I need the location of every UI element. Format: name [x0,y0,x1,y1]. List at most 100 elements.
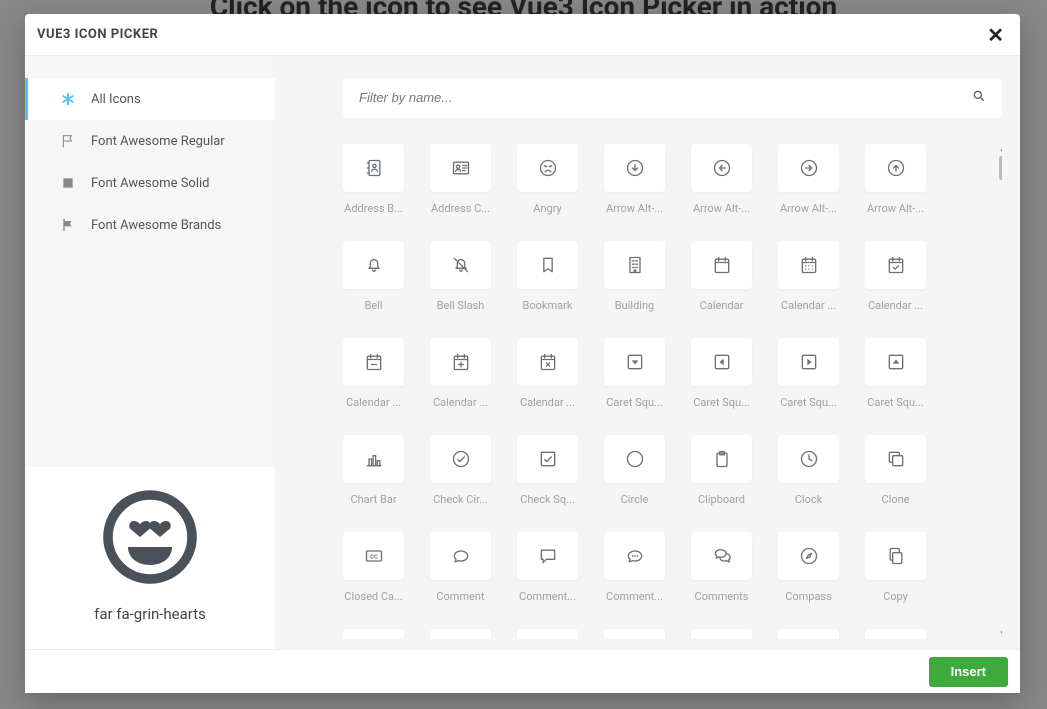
icon-cell-check-square[interactable]: Check Sq... [517,435,578,506]
caret-up-icon[interactable] [865,338,926,386]
icon-cell-cc[interactable]: CC Closed Ca... [343,532,404,603]
copy-icon[interactable] [865,532,926,580]
comment-alt-icon[interactable] [517,532,578,580]
scroll-thumb[interactable] [999,156,1002,180]
close-button[interactable]: ✕ [987,25,1004,45]
comments-icon[interactable] [691,532,752,580]
calendar-plus-icon[interactable] [430,338,491,386]
icon-cell-compass[interactable]: Compass [778,532,839,603]
icon-cell-address-book[interactable]: Address B... [343,144,404,215]
envelope-icon[interactable] [778,629,839,639]
building-icon[interactable] [604,241,665,289]
insert-button[interactable]: Insert [929,657,1008,687]
icon-cell-calendar-minus[interactable]: Calendar ... [343,338,404,409]
icon-cell-calendar[interactable]: Calendar [691,241,752,312]
caret-down-icon[interactable] [604,338,665,386]
calendar-minus-icon[interactable] [343,338,404,386]
icon-cell-caret-right[interactable]: Caret Squ... [778,338,839,409]
sidebar-item-asterisk[interactable]: All Icons [25,78,275,120]
check-square-icon[interactable] [517,435,578,483]
icon-cell-calendar-check[interactable]: Calendar ... [865,241,926,312]
calendar-icon[interactable] [691,241,752,289]
chart-bar-icon[interactable] [343,435,404,483]
calendar-alt-icon[interactable] [778,241,839,289]
caret-right-icon[interactable] [778,338,839,386]
icon-cell-comment-dots[interactable]: Comment... [604,532,665,603]
credit-card-icon[interactable] [430,629,491,639]
icon-cell-comment[interactable]: Comment [430,532,491,603]
check-circle-icon[interactable] [430,435,491,483]
search-bar[interactable] [343,78,1002,118]
sidebar-item-square[interactable]: Font Awesome Solid [25,162,275,204]
icon-cell-clock[interactable]: Clock [778,435,839,506]
angry-icon[interactable] [517,144,578,192]
icon-label: Clone [865,493,926,506]
icon-cell-circle[interactable]: Circle [604,435,665,506]
icon-cell-envelope[interactable]: Envelope [778,629,839,639]
icon-cell-dot-circle[interactable]: Dot Circle [604,629,665,639]
bell-icon[interactable] [343,241,404,289]
icon-cell-calendar-plus[interactable]: Calendar ... [430,338,491,409]
calendar-check-icon[interactable] [865,241,926,289]
bookmark-icon[interactable] [517,241,578,289]
icon-cell-caret-down[interactable]: Caret Squ... [604,338,665,409]
icon-label: Closed Ca... [343,590,404,603]
clone-icon[interactable] [865,435,926,483]
icon-cell-copy[interactable]: Copy [865,532,926,603]
cc-icon[interactable]: CC [343,532,404,580]
icon-cell-envelope-open[interactable]: Envelope ... [865,629,926,639]
envelope-open-icon[interactable] [865,629,926,639]
icon-cell-chart-bar[interactable]: Chart Bar [343,435,404,506]
icon-cell-bell[interactable]: Bell [343,241,404,312]
caret-left-icon[interactable] [691,338,752,386]
circle-icon[interactable] [604,435,665,483]
modal-footer: Insert [25,649,1020,693]
comment-dots-icon[interactable] [604,532,665,580]
bell-slash-icon[interactable] [430,241,491,289]
arrow-left-icon[interactable] [691,144,752,192]
address-book-icon[interactable] [343,144,404,192]
comment-icon[interactable] [430,532,491,580]
edit-icon[interactable] [691,629,752,639]
clipboard-icon[interactable] [691,435,752,483]
icon-cell-check-circle[interactable]: Check Cir... [430,435,491,506]
icon-cell-caret-up[interactable]: Caret Squ... [865,338,926,409]
compass-icon[interactable] [778,532,839,580]
icon-cell-comment-alt[interactable]: Comment... [517,532,578,603]
sidebar-item-flag[interactable]: Font Awesome Regular [25,120,275,162]
icon-cell-bookmark[interactable]: Bookmark [517,241,578,312]
icon-cell-caret-left[interactable]: Caret Squ... [691,338,752,409]
icon-cell-copyright[interactable]: Copyright [343,629,404,639]
clock-icon[interactable] [778,435,839,483]
arrow-right-icon[interactable] [778,144,839,192]
scroll-up-icon[interactable]: ▴ [998,144,1002,154]
icon-cell-arrow-right[interactable]: Arrow Alt-... [778,144,839,215]
icon-cell-clone[interactable]: Clone [865,435,926,506]
dot-circle-icon[interactable] [604,629,665,639]
search-input[interactable] [359,90,972,105]
dizzy-icon[interactable] [517,629,578,639]
icon-cell-calendar-alt[interactable]: Calendar ... [778,241,839,312]
icon-cell-angry[interactable]: Angry [517,144,578,215]
arrow-down-icon[interactable] [604,144,665,192]
calendar-times-icon[interactable] [517,338,578,386]
icon-cell-arrow-up[interactable]: Arrow Alt-... [865,144,926,215]
copyright-icon[interactable] [343,629,404,639]
icon-cell-building[interactable]: Building [604,241,665,312]
icon-cell-arrow-left[interactable]: Arrow Alt-... [691,144,752,215]
icon-cell-bell-slash[interactable]: Bell Slash [430,241,491,312]
icon-cell-dizzy[interactable]: Dizzy [517,629,578,639]
icon-cell-edit[interactable]: Edit [691,629,752,639]
scroll-down-icon[interactable]: ▾ [998,629,1002,639]
icon-cell-calendar-times[interactable]: Calendar ... [517,338,578,409]
sidebar-item-flag-solid[interactable]: Font Awesome Brands [25,204,275,246]
icon-cell-comments[interactable]: Comments [691,532,752,603]
arrow-up-icon[interactable] [865,144,926,192]
scrollbar[interactable]: ▴ ▾ [998,144,1002,639]
icon-cell-credit-card[interactable]: Credit Card [430,629,491,639]
icon-cell-address-card[interactable]: Address C... [430,144,491,215]
icon-grid-scroll[interactable]: Address B... Address C... Angry Arrow Alt-.… [343,144,1002,639]
address-card-icon[interactable] [430,144,491,192]
icon-cell-arrow-down[interactable]: Arrow Alt-... [604,144,665,215]
icon-cell-clipboard[interactable]: Clipboard [691,435,752,506]
